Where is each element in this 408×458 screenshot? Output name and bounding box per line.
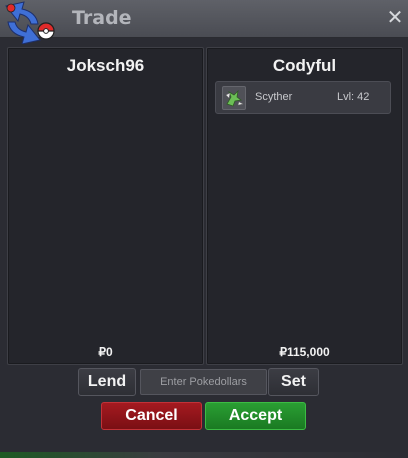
own-trainer-name: Joksch96 — [66, 56, 145, 75]
offered-pokemon-item[interactable]: Scyther Lvl: 42 — [215, 81, 391, 114]
pokemon-level: Lvl: 42 — [337, 91, 370, 103]
trade-window: Trade ✕ Joksch96 ₽0 Codyful Scyther Lvl:… — [0, 0, 408, 458]
pokemon-trade-arrows-icon — [5, 1, 55, 44]
own-offer-panel: Joksch96 ₽0 — [7, 47, 204, 365]
scyther-sprite-icon — [222, 86, 246, 110]
window-bottom-edge — [0, 452, 408, 458]
set-button[interactable]: Set — [268, 368, 319, 396]
cancel-button[interactable]: Cancel — [101, 402, 202, 430]
partner-offer-panel: Codyful Scyther Lvl: 42 ₽115,000 — [206, 47, 403, 365]
partner-trainer-name: Codyful — [272, 56, 337, 75]
own-pokedollars: ₽0 — [98, 345, 113, 359]
partner-pokedollars: ₽115,000 — [279, 345, 330, 359]
accept-button[interactable]: Accept — [205, 402, 306, 430]
pokemon-name: Scyther — [255, 91, 293, 103]
lend-button[interactable]: Lend — [78, 368, 136, 396]
window-title: Trade — [72, 7, 132, 29]
close-icon[interactable]: ✕ — [386, 7, 404, 27]
pokedollars-input[interactable] — [140, 369, 267, 395]
